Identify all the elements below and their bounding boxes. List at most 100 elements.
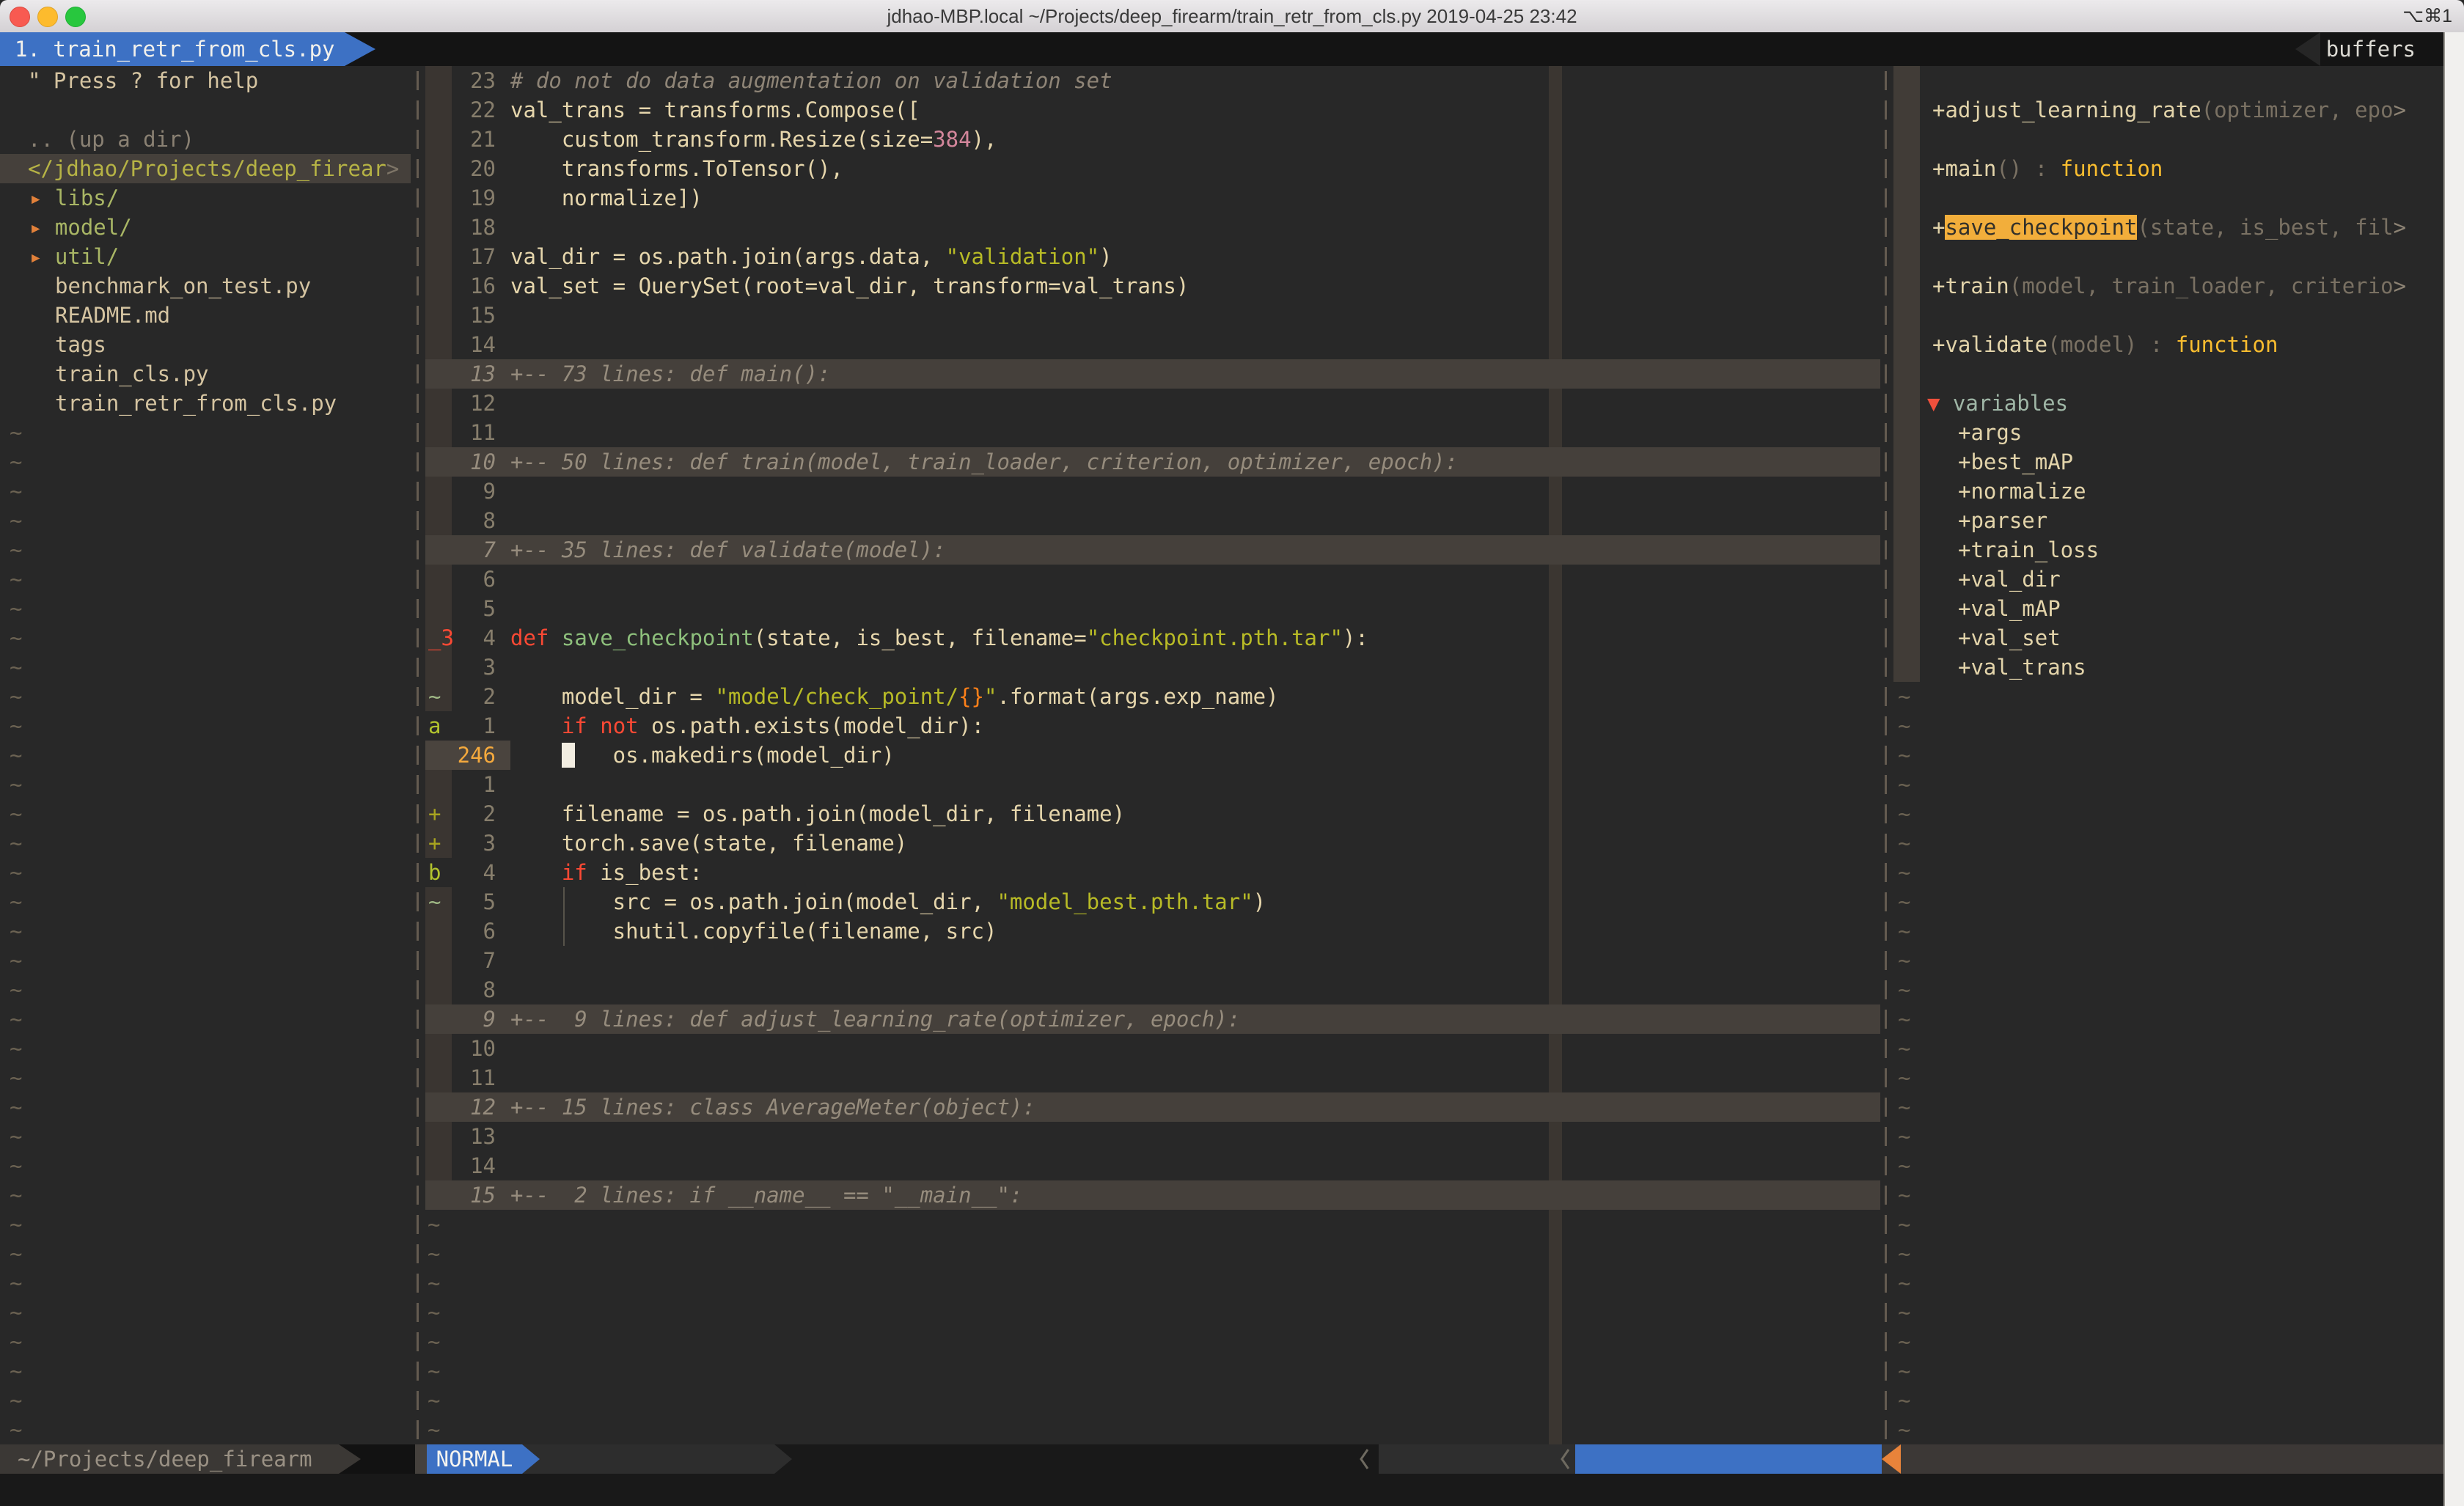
code-line[interactable]: if is_best: xyxy=(510,858,703,887)
empty-line-tilde: ~ xyxy=(1898,741,1910,770)
empty-line-tilde: ~ xyxy=(10,682,22,711)
tag-item[interactable]: +train_loss xyxy=(1958,535,2099,565)
window-title: jdhao-MBP.local ~/Projects/deep_firearm/… xyxy=(0,0,2464,32)
tag-item[interactable]: +best_mAP xyxy=(1958,447,2073,477)
empty-line-tilde: ~ xyxy=(428,1298,440,1327)
line-number: 19 xyxy=(453,183,496,213)
code-line[interactable]: def save_checkpoint(state, is_best, file… xyxy=(510,623,1368,653)
line-number: 16 xyxy=(453,271,496,301)
code-editor[interactable]: 23# do not do data augmentation on valid… xyxy=(424,66,1880,1444)
folded-line[interactable]: +-- 73 lines: def main(): xyxy=(510,359,831,389)
chevron-left-icon xyxy=(1358,1447,1370,1471)
line-number: 12 xyxy=(453,389,496,418)
folded-line[interactable]: +-- 9 lines: def adjust_learning_rate(op… xyxy=(510,1004,1240,1034)
tab-train-retr-from-cls[interactable]: 1. train_retr_from_cls.py xyxy=(0,32,375,66)
code-line[interactable]: shutil.copyfile(filename, src) xyxy=(510,917,997,946)
tag-item[interactable]: +adjust_learning_rate(optimizer, epo> xyxy=(1932,95,2406,125)
statusline: ~/Projects/deep_firearm NORMAL +8 ~3 -3 … xyxy=(0,1444,2443,1474)
code-line[interactable]: val_dir = os.path.join(args.data, "valid… xyxy=(510,242,1112,271)
code-line[interactable]: # do not do data augmentation on validat… xyxy=(510,66,1112,95)
line-number: 15 xyxy=(453,1180,496,1210)
tag-item[interactable]: ▼ variables xyxy=(1927,389,2068,418)
titlebar: jdhao-MBP.local ~/Projects/deep_firearm/… xyxy=(0,0,2464,33)
tree-item[interactable]: ▸ libs/ xyxy=(29,183,119,213)
tag-item[interactable]: +args xyxy=(1958,418,2022,447)
tag-item[interactable]: +val_mAP xyxy=(1958,594,2061,623)
tree-item[interactable]: .. (up a dir) xyxy=(28,125,194,154)
tree-item[interactable]: " Press ? for help xyxy=(28,66,258,95)
line-number: 5 xyxy=(453,887,496,917)
tree-item[interactable]: README.md xyxy=(55,301,170,330)
tag-item[interactable]: +validate(model) : function xyxy=(1932,330,2278,359)
tree-item[interactable]: train_cls.py xyxy=(55,359,209,389)
tree-item[interactable]: tags xyxy=(55,330,106,359)
empty-line-tilde: ~ xyxy=(1898,1268,1910,1298)
command-line xyxy=(0,1474,2443,1506)
empty-line-tilde: ~ xyxy=(428,1386,440,1415)
code-line[interactable]: val_set = QuerySet(root=val_dir, transfo… xyxy=(510,271,1189,301)
code-line[interactable]: src = os.path.join(model_dir, "model_bes… xyxy=(510,887,1266,917)
window-separator-left[interactable] xyxy=(417,66,419,1444)
empty-line-tilde: ~ xyxy=(1898,682,1910,711)
code-line[interactable]: transforms.ToTensor(), xyxy=(510,154,843,183)
empty-line-tilde: ~ xyxy=(428,1356,440,1386)
folded-line[interactable]: +-- 2 lines: if __name__ == "__main__": xyxy=(510,1180,1022,1210)
text-cursor xyxy=(562,743,575,768)
empty-line-tilde: ~ xyxy=(428,1268,440,1298)
empty-line-tilde: ~ xyxy=(10,1415,22,1444)
tag-item[interactable]: +val_dir xyxy=(1958,565,2061,594)
scrollbar[interactable] xyxy=(2443,32,2464,1506)
tagbar-gutter xyxy=(1893,66,1920,682)
tag-item[interactable]: +train(model, train_loader, criterio> xyxy=(1932,271,2406,301)
empty-line-tilde: ~ xyxy=(10,418,22,447)
window-separator-right[interactable] xyxy=(1885,66,1887,1444)
line-number: 6 xyxy=(453,917,496,946)
code-line[interactable]: model_dir = "model/check_point/{}".forma… xyxy=(510,682,1279,711)
folded-line[interactable]: +-- 50 lines: def train(model, train_loa… xyxy=(510,447,1458,477)
gutter-sign: + xyxy=(428,799,441,829)
powerline-arrow-icon xyxy=(774,1444,792,1474)
statusline-file-segment: train_retr_from_cls.py python xyxy=(774,1444,1379,1474)
line-number: 5 xyxy=(453,594,496,623)
empty-line-tilde: ~ xyxy=(428,1415,440,1444)
empty-line-tilde: ~ xyxy=(10,917,22,946)
tree-item[interactable]: train_retr_from_cls.py xyxy=(55,389,337,418)
tag-item[interactable]: +save_checkpoint(state, is_best, fil> xyxy=(1932,213,2406,242)
empty-line-tilde: ~ xyxy=(10,1063,22,1092)
line-number: 17 xyxy=(453,242,496,271)
tree-item[interactable]: benchmark_on_test.py xyxy=(55,271,311,301)
empty-line-tilde: ~ xyxy=(428,1239,440,1268)
empty-line-tilde: ~ xyxy=(1898,1092,1910,1122)
empty-line-tilde: ~ xyxy=(1898,858,1910,887)
line-number: 4 xyxy=(453,623,496,653)
tag-item[interactable]: +val_trans xyxy=(1958,653,2086,682)
empty-line-tilde: ~ xyxy=(1898,946,1910,975)
line-number: 9 xyxy=(453,477,496,506)
empty-line-tilde: ~ xyxy=(10,1386,22,1415)
line-number: 7 xyxy=(453,535,496,565)
code-line[interactable]: filename = os.path.join(model_dir, filen… xyxy=(510,799,1125,829)
code-line[interactable]: val_trans = transforms.Compose([ xyxy=(510,95,920,125)
empty-line-tilde: ~ xyxy=(1898,1180,1910,1210)
line-number: 11 xyxy=(453,418,496,447)
code-line[interactable]: torch.save(state, filename) xyxy=(510,829,907,858)
code-line[interactable]: normalize]) xyxy=(510,183,703,213)
code-line[interactable]: custom_transform.Resize(size=384), xyxy=(510,125,997,154)
code-line[interactable]: if not os.path.exists(model_dir): xyxy=(510,711,984,741)
tag-item[interactable]: +val_set xyxy=(1958,623,2061,653)
line-number: 9 xyxy=(453,1004,496,1034)
tree-item[interactable]: </jdhao/Projects/deep_firear> xyxy=(28,154,399,183)
empty-line-tilde: ~ xyxy=(1898,1151,1910,1180)
tag-item[interactable]: +normalize xyxy=(1958,477,2086,506)
folded-line[interactable]: +-- 35 lines: def validate(model): xyxy=(510,535,946,565)
line-number: 3 xyxy=(453,653,496,682)
tag-item[interactable]: +parser xyxy=(1958,506,2047,535)
tree-item[interactable]: ▸ util/ xyxy=(29,242,119,271)
tree-item[interactable]: ▸ model/ xyxy=(29,213,132,242)
empty-line-tilde: ~ xyxy=(1898,1327,1910,1356)
empty-line-tilde: ~ xyxy=(10,1268,22,1298)
empty-line-tilde: ~ xyxy=(1898,1386,1910,1415)
tag-item[interactable]: +main() : function xyxy=(1932,154,2163,183)
gutter-sign: ~ xyxy=(428,682,441,711)
folded-line[interactable]: +-- 15 lines: class AverageMeter(object)… xyxy=(510,1092,1035,1122)
